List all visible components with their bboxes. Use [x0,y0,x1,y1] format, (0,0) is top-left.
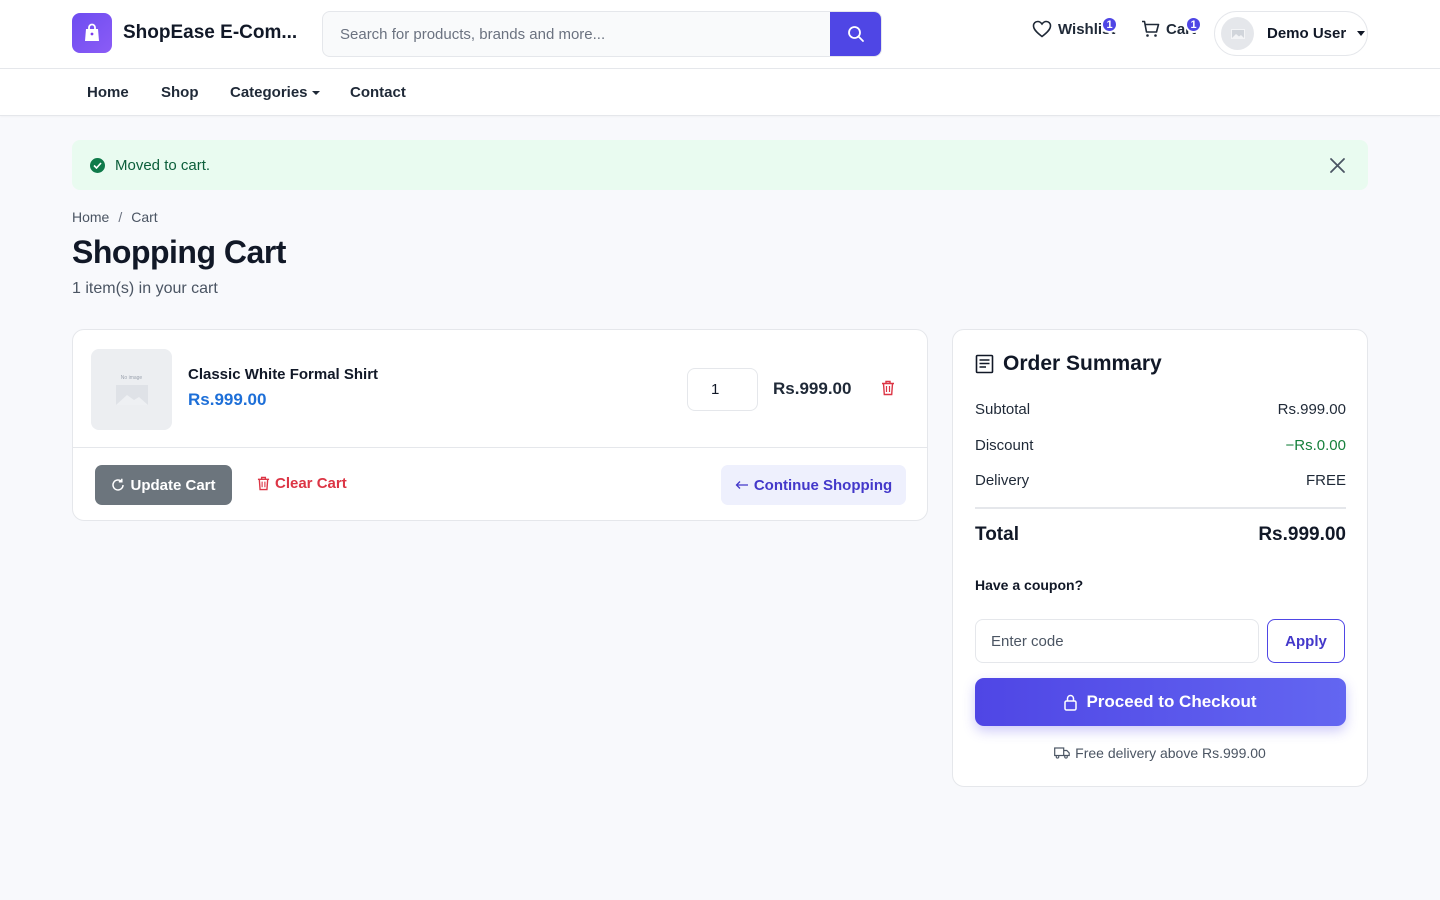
image-placeholder-icon [115,384,148,405]
checkout-label: Proceed to Checkout [1086,692,1257,711]
order-summary: Order Summary Subtotal Rs.999.00 Discoun… [952,329,1368,787]
user-menu[interactable]: Demo User [1214,11,1368,56]
avatar [1221,17,1254,50]
clear-cart-label: Clear Cart [275,475,347,492]
avatar-placeholder-icon [1230,28,1245,39]
total-label: Total [975,524,1019,545]
update-cart-label: Update Cart [130,476,216,494]
brand[interactable]: ShopEase E-Com... [72,13,298,53]
truck-icon [1054,747,1070,759]
subtotal-row: Subtotal Rs.999.00 [975,401,1346,418]
delivery-note-text: Free delivery above Rs.999.00 [1075,745,1266,761]
top-header: ShopEase E-Com... Wishlist 1 Cart 1 Demo… [0,0,1440,69]
wishlist-link[interactable]: Wishlist 1 [1032,16,1118,38]
nav-home[interactable]: Home [87,84,129,101]
search-input[interactable] [323,12,830,56]
delivery-value: FREE [1305,472,1346,489]
page-subtitle: 1 item(s) in your cart [72,280,218,297]
subtotal-value: Rs.999.00 [1277,401,1346,418]
product-thumbnail: No image [91,349,172,430]
receipt-icon [975,354,994,374]
product-name[interactable]: Classic White Formal Shirt [188,366,378,383]
search-button[interactable] [830,12,881,56]
summary-divider [975,507,1346,509]
update-cart-button[interactable]: Update Cart [95,465,232,505]
discount-label: Discount [975,437,1034,454]
alert-message: Moved to cart. [115,156,211,174]
trash-icon [257,476,270,491]
shopping-bag-icon [72,13,112,53]
apply-coupon-button[interactable]: Apply [1267,619,1345,663]
no-image-text: No image [120,374,143,381]
subtotal-label: Subtotal [975,401,1031,418]
breadcrumb-home[interactable]: Home [72,209,109,225]
product-price: Rs.999.00 [188,390,267,409]
main-nav: Home Shop Categories Contact [0,69,1440,116]
check-circle-icon [90,157,105,173]
search-icon [847,26,864,42]
cart-card: No image Classic White Formal Shirt Rs.9… [72,329,928,521]
trash-icon [882,380,894,396]
nav-contact[interactable]: Contact [350,84,406,101]
line-total: Rs.999.00 [773,379,852,398]
summary-heading: Order Summary [975,352,1162,376]
success-alert: Moved to cart. [72,140,1368,190]
delivery-note: Free delivery above Rs.999.00 [953,745,1367,761]
cart-link[interactable]: Cart 1 [1141,16,1202,38]
refresh-icon [112,478,125,491]
nav-shop[interactable]: Shop [161,84,199,101]
discount-row: Discount −Rs.0.00 [975,437,1346,454]
arrow-left-icon [735,481,748,489]
wishlist-count-badge: 1 [1101,16,1118,33]
page-title: Shopping Cart [72,234,286,270]
breadcrumb-separator: / [118,209,123,225]
nav-categories[interactable]: Categories [230,84,320,101]
remove-item-button[interactable] [881,380,897,397]
close-icon[interactable] [1329,157,1346,174]
quantity-input[interactable] [687,368,758,411]
cart-item: No image Classic White Formal Shirt Rs.9… [73,330,927,448]
cart-count-badge: 1 [1185,16,1202,33]
chevron-down-icon [1357,31,1366,36]
total-row: Total Rs.999.00 [975,524,1346,546]
delivery-label: Delivery [975,472,1030,489]
continue-shopping-label: Continue Shopping [753,476,893,494]
breadcrumb-current: Cart [131,209,158,225]
nav-categories-label: Categories [230,84,308,101]
search-bar [322,11,882,57]
delivery-row: Delivery FREE [975,472,1346,489]
coupon-input[interactable] [975,619,1259,663]
checkout-button[interactable]: Proceed to Checkout [975,678,1346,726]
heart-icon [1032,20,1052,38]
total-value: Rs.999.00 [1258,524,1346,545]
brand-name: ShopEase E-Com... [123,22,298,43]
discount-value: −Rs.0.00 [1285,437,1346,454]
clear-cart-button[interactable]: Clear Cart [257,475,347,492]
coupon-label: Have a coupon? [975,577,1084,593]
cart-icon [1142,20,1160,37]
breadcrumb: Home / Cart [72,209,158,225]
lock-icon [1064,694,1078,711]
summary-title: Order Summary [1003,352,1162,375]
user-name: Demo User [1267,25,1347,42]
caret-down-icon [311,90,320,95]
continue-shopping-button[interactable]: Continue Shopping [721,465,906,505]
